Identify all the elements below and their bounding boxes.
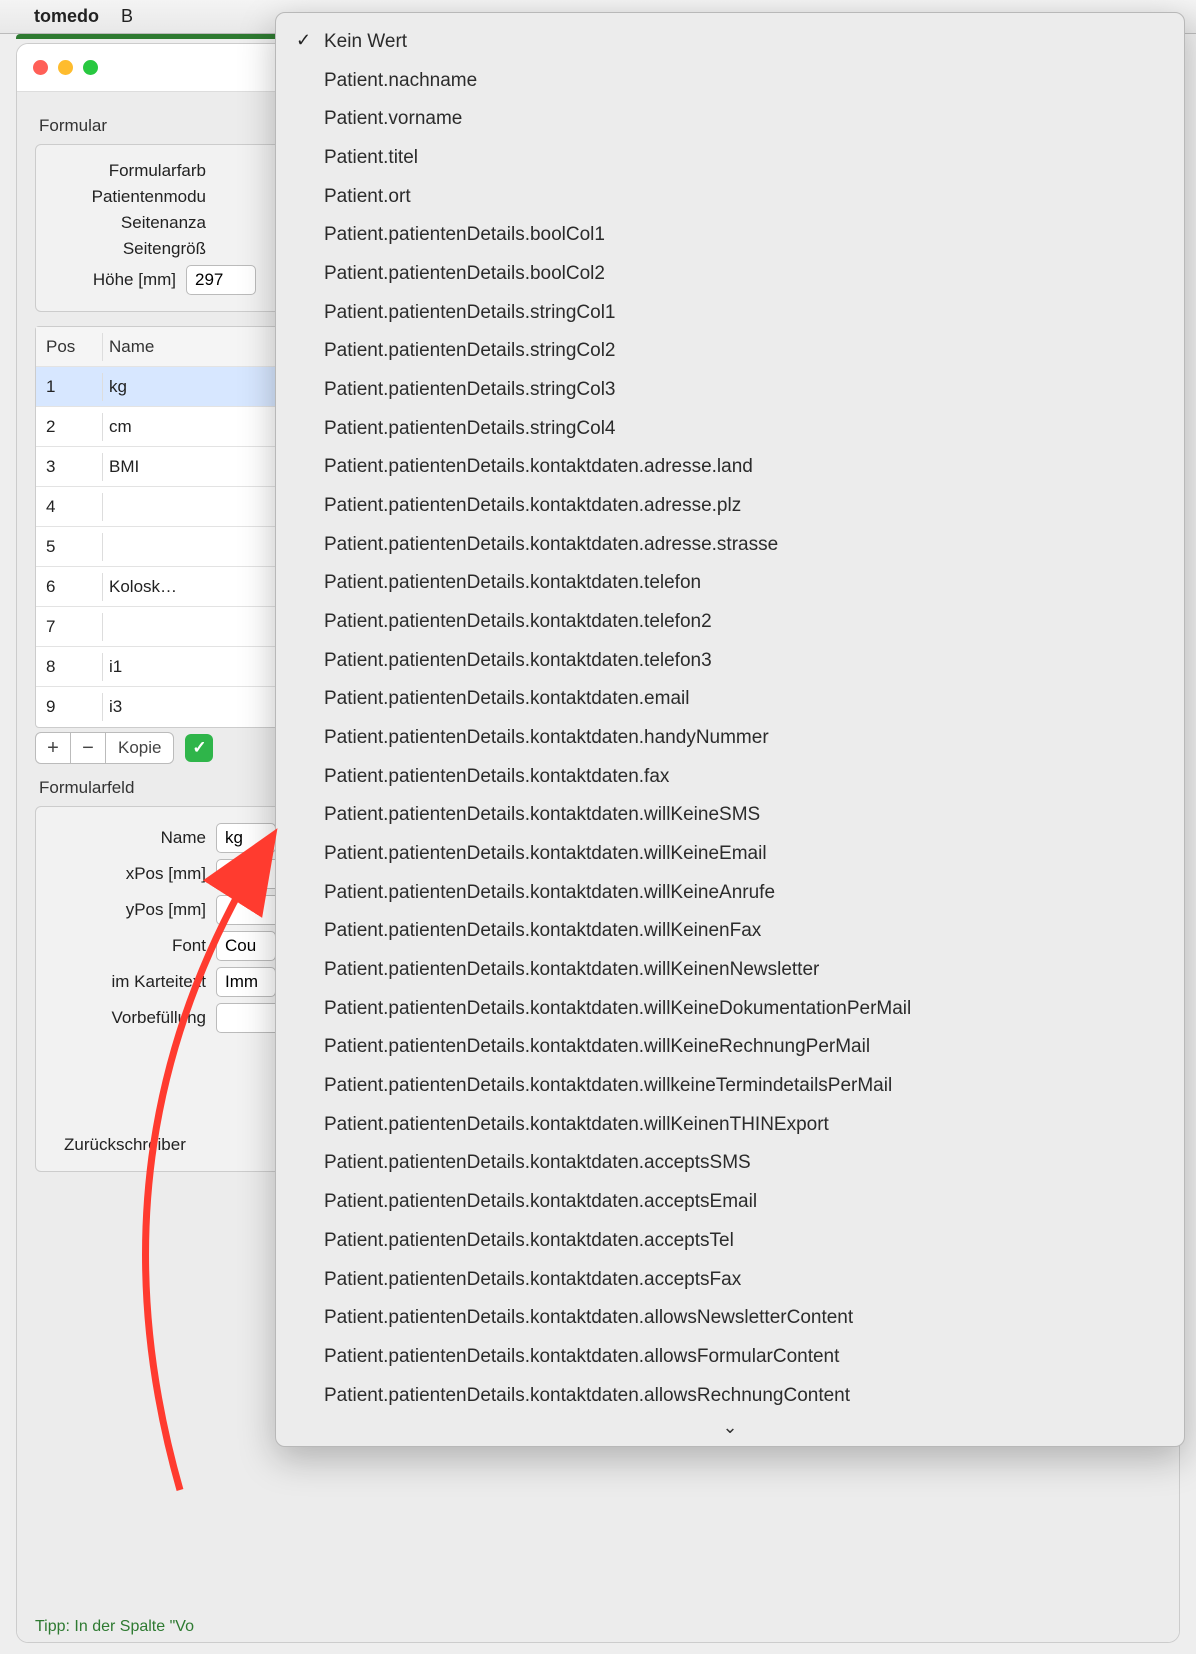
dropdown-item[interactable]: Kein Wert [276, 23, 1184, 62]
check-icon: ✓ [192, 738, 206, 758]
cell-pos: 9 [36, 697, 102, 717]
app-title[interactable]: tomedo [34, 6, 99, 27]
copy-button[interactable]: Kopie [105, 732, 174, 764]
feld-karteitext-label: im Karteitext [46, 972, 206, 992]
col-pos[interactable]: Pos [36, 337, 102, 357]
feld-xpos-label: xPos [mm] [46, 864, 206, 884]
label-formularfarbe: Formularfarb [46, 161, 206, 181]
dropdown-item[interactable]: Patient.patientenDetails.kontaktdaten.wi… [276, 874, 1184, 913]
close-icon[interactable] [33, 60, 48, 75]
dropdown-item[interactable]: Patient.patientenDetails.boolCol2 [276, 255, 1184, 294]
dropdown-item[interactable]: Patient.patientenDetails.kontaktdaten.al… [276, 1299, 1184, 1338]
dropdown-item[interactable]: Patient.patientenDetails.kontaktdaten.wi… [276, 912, 1184, 951]
dropdown-item[interactable]: Patient.patientenDetails.kontaktdaten.ac… [276, 1144, 1184, 1183]
cell-pos: 2 [36, 417, 102, 437]
dropdown-item[interactable]: Patient.patientenDetails.kontaktdaten.fa… [276, 758, 1184, 797]
col-separator [102, 533, 103, 561]
label-hoehe: Höhe [mm] [46, 270, 176, 290]
dropdown-item[interactable]: Patient.patientenDetails.stringCol3 [276, 371, 1184, 410]
feld-font-label: Font [46, 936, 206, 956]
feld-ypos-label: yPos [mm] [46, 900, 206, 920]
dropdown-item[interactable]: Patient.patientenDetails.kontaktdaten.wi… [276, 835, 1184, 874]
feld-karteitext-input[interactable] [216, 967, 276, 997]
apply-button[interactable]: ✓ [185, 734, 213, 762]
cell-pos: 7 [36, 617, 102, 637]
dropdown-item[interactable]: Patient.patientenDetails.boolCol1 [276, 216, 1184, 255]
dropdown-more[interactable]: ⌄ [276, 1415, 1184, 1438]
vorbefuellung-dropdown[interactable]: Kein WertPatient.nachnamePatient.vorname… [275, 12, 1185, 1447]
dropdown-item[interactable]: Patient.patientenDetails.kontaktdaten.ad… [276, 526, 1184, 565]
label-patientenmodus: Patientenmodu [46, 187, 206, 207]
dropdown-item[interactable]: Patient.patientenDetails.stringCol1 [276, 294, 1184, 333]
dropdown-item[interactable]: Patient.patientenDetails.kontaktdaten.em… [276, 680, 1184, 719]
label-seitenanzahl: Seitenanza [46, 213, 206, 233]
dropdown-item[interactable]: Patient.patientenDetails.kontaktdaten.al… [276, 1377, 1184, 1416]
dropdown-item[interactable]: Patient.patientenDetails.kontaktdaten.te… [276, 642, 1184, 681]
dropdown-item[interactable]: Patient.patientenDetails.kontaktdaten.al… [276, 1338, 1184, 1377]
feld-zurueck-label: Zurückschreiber [64, 1135, 186, 1155]
dropdown-item[interactable]: Patient.patientenDetails.kontaktdaten.ad… [276, 448, 1184, 487]
dropdown-item[interactable]: Patient.patientenDetails.kontaktdaten.wi… [276, 990, 1184, 1029]
dropdown-item[interactable]: Patient.ort [276, 178, 1184, 217]
menu-partial[interactable]: B [121, 6, 133, 27]
dropdown-item[interactable]: Patient.patientenDetails.stringCol2 [276, 332, 1184, 371]
cell-pos: 3 [36, 457, 102, 477]
dropdown-item[interactable]: Patient.patientenDetails.kontaktdaten.ad… [276, 487, 1184, 526]
hoehe-input[interactable] [186, 265, 256, 295]
dropdown-item[interactable]: Patient.patientenDetails.kontaktdaten.ha… [276, 719, 1184, 758]
tip-text: Tipp: In der Spalte "Vo [35, 1618, 194, 1636]
cell-pos: 4 [36, 497, 102, 517]
dropdown-item[interactable]: Patient.patientenDetails.kontaktdaten.ac… [276, 1261, 1184, 1300]
dropdown-item[interactable]: Patient.titel [276, 139, 1184, 178]
remove-button[interactable]: − [70, 732, 106, 764]
cell-pos: 1 [36, 377, 102, 397]
minimize-icon[interactable] [58, 60, 73, 75]
zoom-icon[interactable] [83, 60, 98, 75]
feld-name-input[interactable] [216, 823, 276, 853]
feld-font-input[interactable] [216, 931, 276, 961]
feld-vorbefuellung-label: Vorbefüllung [46, 1008, 206, 1028]
dropdown-item[interactable]: Patient.patientenDetails.kontaktdaten.wi… [276, 1028, 1184, 1067]
col-separator [102, 493, 103, 521]
cell-pos: 6 [36, 577, 102, 597]
add-button[interactable]: + [35, 732, 71, 764]
dropdown-item[interactable]: Patient.vorname [276, 100, 1184, 139]
dropdown-item[interactable]: Patient.patientenDetails.kontaktdaten.te… [276, 603, 1184, 642]
dropdown-item[interactable]: Patient.patientenDetails.kontaktdaten.ac… [276, 1183, 1184, 1222]
dropdown-item[interactable]: Patient.patientenDetails.kontaktdaten.wi… [276, 796, 1184, 835]
dropdown-item[interactable]: Patient.patientenDetails.kontaktdaten.te… [276, 564, 1184, 603]
dropdown-item[interactable]: Patient.patientenDetails.kontaktdaten.ac… [276, 1222, 1184, 1261]
cell-pos: 8 [36, 657, 102, 677]
dropdown-item[interactable]: Patient.patientenDetails.kontaktdaten.wi… [276, 1067, 1184, 1106]
col-separator [102, 613, 103, 641]
dropdown-item[interactable]: Patient.patientenDetails.kontaktdaten.wi… [276, 1106, 1184, 1145]
feld-name-label: Name [46, 828, 206, 848]
chevron-down-icon: ⌄ [722, 1417, 737, 1437]
dropdown-item[interactable]: Patient.patientenDetails.kontaktdaten.wi… [276, 951, 1184, 990]
cell-pos: 5 [36, 537, 102, 557]
dropdown-item[interactable]: Patient.nachname [276, 62, 1184, 101]
dropdown-item[interactable]: Patient.patientenDetails.stringCol4 [276, 410, 1184, 449]
label-seitengroesse: Seitengröß [46, 239, 206, 259]
